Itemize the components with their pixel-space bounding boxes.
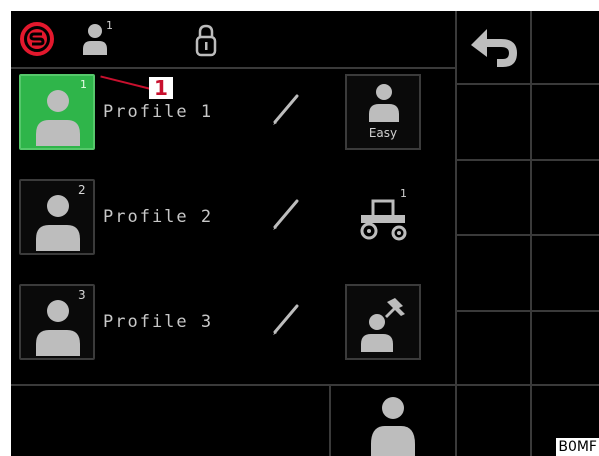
profile-row-2: 2 Profile 2 1 <box>11 179 457 263</box>
footer-button[interactable] <box>457 386 530 456</box>
easy-label: Easy <box>368 126 398 140</box>
lock-icon[interactable] <box>189 23 223 57</box>
side-button[interactable] <box>532 312 599 384</box>
user-badge: 1 <box>106 19 113 32</box>
side-button[interactable] <box>457 312 530 384</box>
user-status-icon[interactable]: 1 <box>81 19 121 57</box>
user-pin-icon <box>361 298 405 352</box>
callout-number: 1 <box>149 77 173 99</box>
profile-label: Profile 3 <box>103 312 214 332</box>
profile-number: 3 <box>78 288 86 302</box>
profile-3-button[interactable]: 3 <box>19 284 95 360</box>
pencil-icon <box>273 304 299 335</box>
profile-1-button[interactable]: 1 <box>19 74 95 150</box>
figure-reference: B0MF <box>556 438 599 456</box>
footer-button[interactable] <box>11 386 329 456</box>
side-button[interactable] <box>457 236 530 310</box>
edit-profile-3-button[interactable] <box>269 298 305 338</box>
pencil-icon <box>273 199 299 230</box>
screen: 1 1 Profile 1 Easy 2 Profile 2 1 3 Profi… <box>11 11 599 456</box>
side-button[interactable] <box>532 161 599 234</box>
tractor-icon <box>360 199 407 241</box>
profile-number: 1 <box>80 78 87 91</box>
footer-user-button[interactable] <box>331 386 455 456</box>
back-button[interactable] <box>457 11 530 83</box>
tractor-badge: 1 <box>400 187 407 200</box>
user-icon <box>371 397 415 456</box>
easy-mode-button[interactable]: Easy <box>345 74 421 150</box>
side-button[interactable] <box>532 11 599 83</box>
tractor-mode-button[interactable]: 1 <box>345 179 421 255</box>
side-button[interactable] <box>457 85 530 159</box>
back-arrow-icon <box>471 29 517 67</box>
profile-2-button[interactable]: 2 <box>19 179 95 255</box>
profile-row-3: 3 Profile 3 <box>11 284 457 368</box>
profile-row-1: 1 Profile 1 Easy <box>11 74 457 158</box>
profile-number: 2 <box>78 183 86 197</box>
profile-label: Profile 1 <box>103 102 214 122</box>
status-bar: 1 <box>11 11 457 69</box>
profile-label: Profile 2 <box>103 207 214 227</box>
brand-logo-icon <box>19 21 55 57</box>
side-button[interactable] <box>532 85 599 159</box>
pinned-user-button[interactable] <box>345 284 421 360</box>
easy-user-icon <box>369 84 399 122</box>
side-button[interactable] <box>457 161 530 234</box>
side-button[interactable] <box>532 236 599 310</box>
pencil-icon <box>273 94 299 125</box>
edit-profile-2-button[interactable] <box>269 193 305 233</box>
edit-profile-1-button[interactable] <box>269 88 305 128</box>
